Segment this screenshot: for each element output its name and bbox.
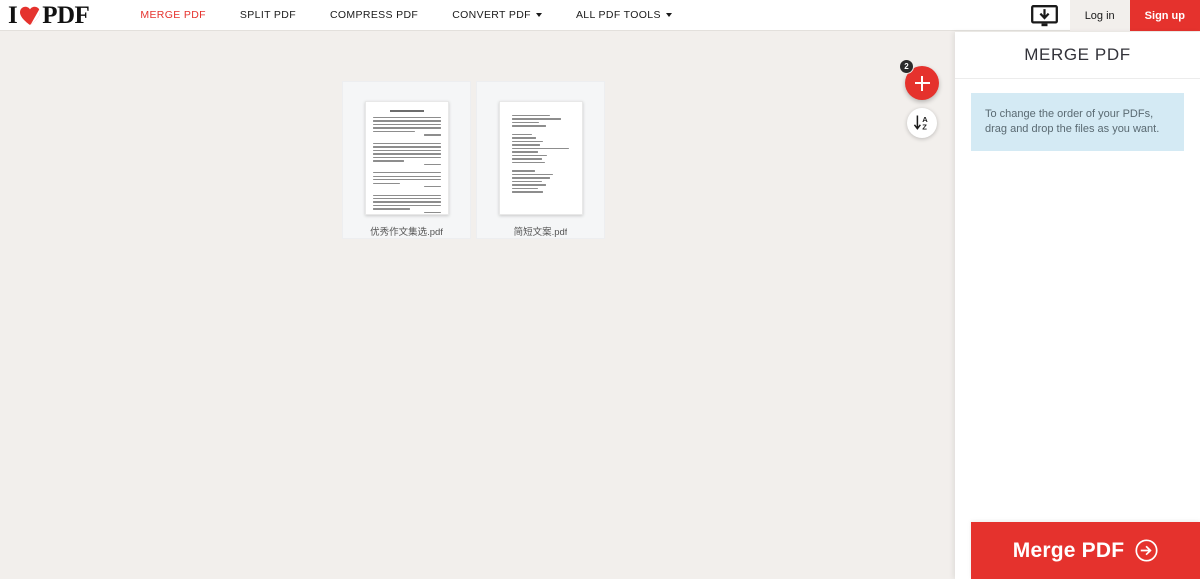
file-thumbnail-row: 优秀作文集选.pdf 简短文案.pdf: [342, 81, 605, 239]
nav-item-split-pdf[interactable]: SPLIT PDF: [223, 0, 313, 31]
arrow-right-circle-icon: [1135, 539, 1158, 562]
file-card[interactable]: 优秀作文集选.pdf: [342, 81, 471, 239]
chevron-down-icon: [665, 13, 672, 17]
file-name-label: 简短文案.pdf: [513, 227, 568, 238]
signup-button-label: Sign up: [1144, 9, 1185, 22]
nav-item-merge-pdf-label: MERGE PDF: [140, 9, 206, 21]
files-workspace: 优秀作文集选.pdf 简短文案.pdf: [0, 32, 955, 579]
chevron-down-icon: [535, 13, 542, 17]
nav-links: MERGE PDF SPLIT PDF COMPRESS PDF CONVERT…: [123, 0, 688, 30]
tool-options-panel: MERGE PDF To change the order of your PD…: [955, 32, 1200, 579]
nav-item-convert-pdf-label: CONVERT PDF: [452, 9, 531, 21]
signup-button[interactable]: Sign up: [1129, 0, 1200, 31]
file-card[interactable]: 简短文案.pdf: [476, 81, 605, 239]
merge-pdf-button[interactable]: Merge PDF: [971, 522, 1200, 579]
reorder-info-box: To change the order of your PDFs, drag a…: [971, 93, 1184, 152]
file-name-label: 优秀作文集选.pdf: [370, 227, 443, 238]
ilovepdf-logo[interactable]: I PDF: [0, 0, 90, 31]
nav-item-convert-pdf[interactable]: CONVERT PDF: [435, 0, 559, 31]
nav-item-split-pdf-label: SPLIT PDF: [239, 9, 296, 21]
nav-item-compress-pdf[interactable]: COMPRESS PDF: [313, 0, 435, 31]
logo-letter-i: I: [8, 2, 18, 29]
panel-title: MERGE PDF: [955, 32, 1200, 79]
file-count-badge: 2: [899, 59, 914, 74]
page-root: I PDF MERGE PDF SPLIT PDF COMPRESS PDF C…: [0, 0, 1200, 579]
nav-item-compress-pdf-label: COMPRESS PDF: [329, 9, 419, 21]
nav-item-merge-pdf[interactable]: MERGE PDF: [123, 0, 223, 31]
sort-files-button[interactable]: A Z: [907, 108, 937, 138]
panel-footer: Merge PDF: [955, 522, 1200, 579]
top-navigation-bar: I PDF MERGE PDF SPLIT PDF COMPRESS PDF C…: [0, 0, 1200, 31]
nav-item-all-pdf-tools[interactable]: ALL PDF TOOLS: [559, 0, 689, 31]
pdf-thumbnail-preview: [364, 101, 449, 216]
pdf-thumbnail-preview: [498, 101, 583, 216]
floating-action-buttons: 2 A Z: [899, 59, 939, 138]
login-button-label: Log in: [1084, 9, 1115, 22]
panel-body: To change the order of your PDFs, drag a…: [955, 79, 1200, 522]
heart-icon: [19, 6, 41, 26]
desktop-download-icon[interactable]: [1020, 0, 1070, 31]
merge-pdf-button-label: Merge PDF: [1012, 538, 1125, 562]
login-button[interactable]: Log in: [1069, 0, 1130, 31]
svg-text:Z: Z: [922, 123, 927, 132]
logo-text-pdf: PDF: [42, 2, 90, 29]
nav-item-all-pdf-tools-label: ALL PDF TOOLS: [575, 9, 661, 21]
sort-alphabetical-icon: A Z: [913, 115, 928, 132]
nav-right-actions: Log in Sign up: [1020, 0, 1200, 31]
add-file-button[interactable]: 2: [899, 59, 939, 100]
